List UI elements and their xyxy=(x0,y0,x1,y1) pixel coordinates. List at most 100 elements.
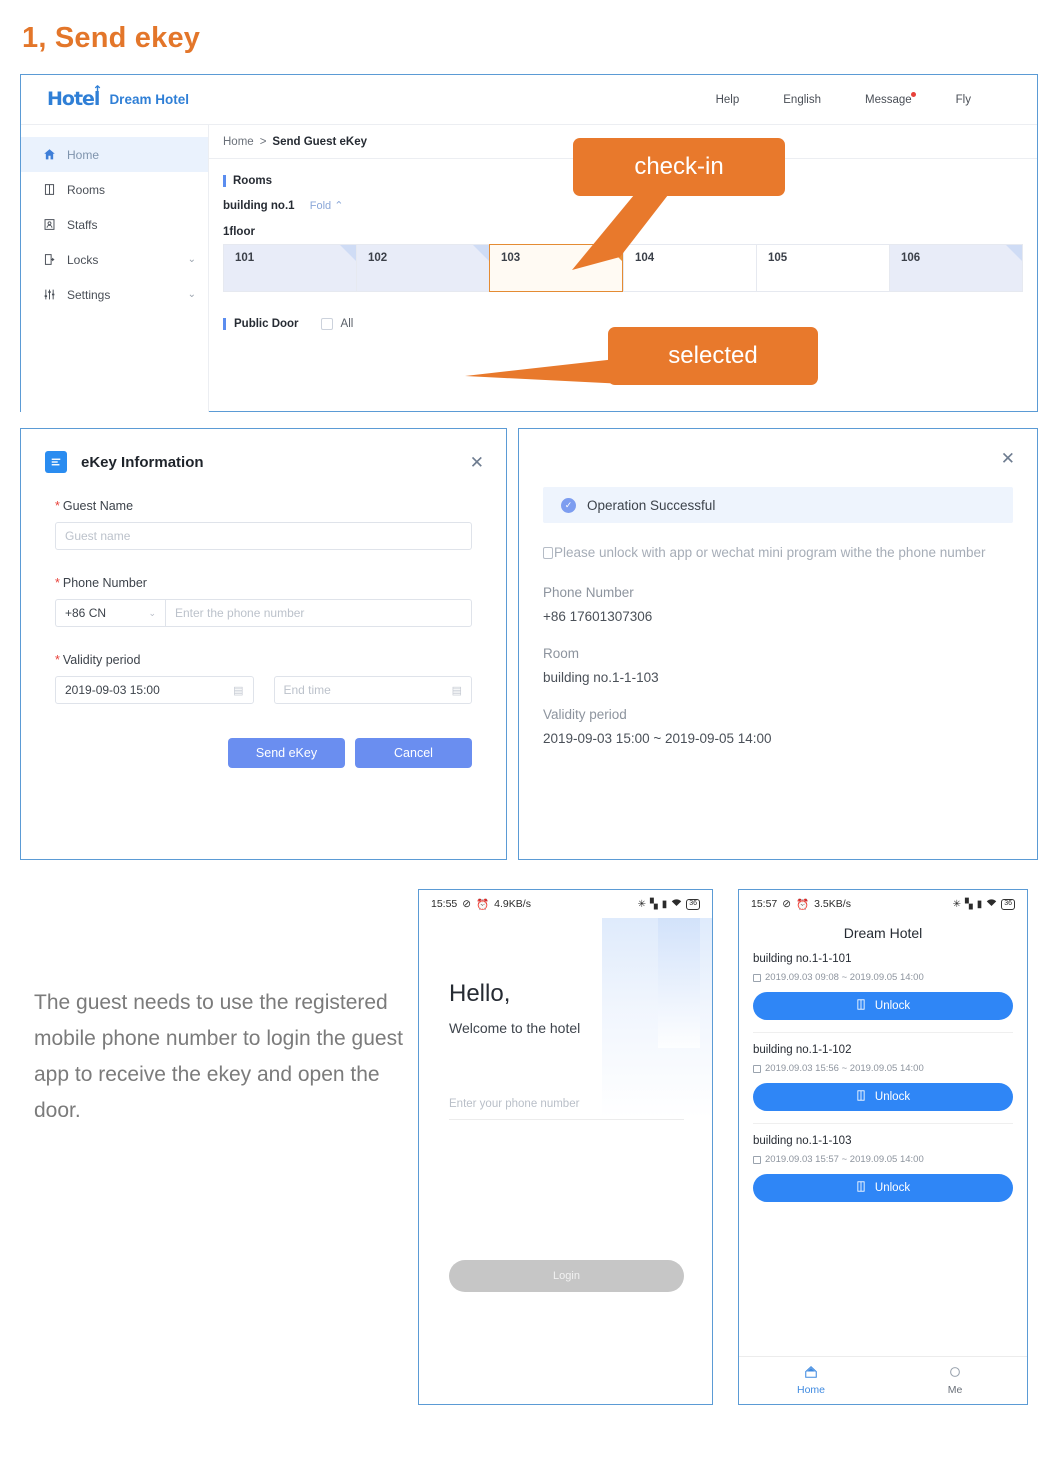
ekey-period: 2019.09.03 15:56 ~ 2019.09.05 14:00 xyxy=(753,1063,1013,1074)
required-asterisk: * xyxy=(55,653,60,667)
room-group: Room building no.1-1-103 xyxy=(543,646,1013,685)
cancel-button[interactable]: Cancel xyxy=(355,738,472,768)
message-badge-dot xyxy=(910,91,916,97)
network-speed: 3.5KB/s xyxy=(814,898,851,910)
callout-check-in-label: check-in xyxy=(634,153,724,180)
phone-mockup-ekey-list: 15:57 ⊘ ⏰ 3.5KB/s ✳ ▚ ▮ 36 Dream Hotel b… xyxy=(738,889,1028,1405)
calendar-icon xyxy=(753,1064,761,1073)
calendar-icon xyxy=(753,1155,761,1164)
operation-success-dialog: ✕ ✓ Operation Successful Please unlock w… xyxy=(518,428,1038,860)
close-icon[interactable]: ✕ xyxy=(470,454,484,471)
door-icon xyxy=(856,1090,866,1104)
ekey-information-dialog: eKey Information ✕ * Guest Name Guest nam… xyxy=(20,428,507,860)
sidebar-item-locks[interactable]: Locks ⌄ xyxy=(21,242,208,277)
network-speed: 4.9KB/s xyxy=(494,898,531,910)
unlock-button[interactable]: Unlock xyxy=(753,992,1013,1020)
tab-home[interactable]: Home xyxy=(739,1365,883,1396)
page-title: 1, Send ekey xyxy=(22,22,201,54)
sidebar-item-rooms[interactable]: Rooms xyxy=(21,172,208,207)
sidebar-item-home[interactable]: Home xyxy=(21,137,208,172)
public-door-all-checkbox[interactable] xyxy=(320,318,333,330)
phone-number-label: * Phone Number xyxy=(55,576,147,590)
greeting-subtitle: Welcome to the hotel xyxy=(449,1020,581,1036)
breadcrumb-current: Send Guest eKey xyxy=(272,135,367,148)
check-circle-icon: ✓ xyxy=(561,497,576,513)
unlock-label: Unlock xyxy=(874,1091,911,1103)
start-time-value: 2019-09-03 15:00 xyxy=(65,683,160,697)
list-item: building no.1-1-102 2019.09.03 15:56 ~ 2… xyxy=(739,1044,1027,1111)
tab-label: Me xyxy=(947,1384,963,1396)
alarm-icon: ⏰ xyxy=(796,898,810,911)
room-cell-101[interactable]: 101 xyxy=(223,244,356,292)
ekey-room-name: building no.1-1-103 xyxy=(753,1135,852,1147)
mute-icon: ⊘ xyxy=(782,898,792,910)
status-bar-right: ✳ ▚ ▮ 36 xyxy=(953,898,1015,910)
country-code-select[interactable]: +86 CN ⌄ xyxy=(55,599,165,627)
fold-toggle[interactable]: Fold ⌃ xyxy=(310,200,344,212)
chevron-down-icon: ⌄ xyxy=(187,254,196,265)
nav-item-english[interactable]: English xyxy=(783,94,821,106)
sidebar-item-label: Staffs xyxy=(67,217,98,232)
required-asterisk: * xyxy=(55,499,60,513)
room-cell-102[interactable]: 102 xyxy=(356,244,489,292)
phone-number-value: +86 17601307306 xyxy=(543,609,653,625)
send-ekey-button[interactable]: Send eKey xyxy=(228,738,345,768)
ekey-room-name: building no.1-1-102 xyxy=(753,1044,852,1056)
status-bar-right: ✳ ▚ ▮ 36 xyxy=(638,898,700,910)
brand-name: Dream Hotel xyxy=(109,92,189,107)
room-cell-106[interactable]: 106 xyxy=(889,244,1023,292)
validity-field-group: * Validity period 2019-09-03 15:00 ▤ End … xyxy=(55,653,472,704)
login-button[interactable]: Login xyxy=(449,1260,684,1292)
dialog-header: eKey Information ✕ xyxy=(21,429,506,473)
home-icon xyxy=(739,1365,883,1382)
room-value: building no.1-1-103 xyxy=(543,670,659,686)
nav-item-help[interactable]: Help xyxy=(716,94,740,106)
phone-number-input[interactable]: Enter your phone number xyxy=(449,1098,684,1120)
close-icon[interactable]: ✕ xyxy=(1001,449,1015,469)
guest-name-input[interactable]: Guest name xyxy=(55,522,472,550)
battery-indicator: 36 xyxy=(686,898,700,910)
door-icon xyxy=(856,999,866,1013)
unlock-button[interactable]: Unlock xyxy=(753,1174,1013,1202)
wifi-icon xyxy=(671,898,682,910)
breadcrumb-home[interactable]: Home xyxy=(223,136,254,148)
description-paragraph: The guest needs to use the registered mo… xyxy=(34,991,403,1123)
phone-number-key: Phone Number xyxy=(543,585,634,601)
unlock-button[interactable]: Unlock xyxy=(753,1083,1013,1111)
chevron-down-icon: ⌄ xyxy=(187,289,196,300)
room-number: 106 xyxy=(901,252,921,264)
bottom-tab-bar: Home Me xyxy=(739,1356,1027,1404)
bluetooth-icon: ✳ xyxy=(952,898,961,910)
list-divider xyxy=(753,1032,1013,1033)
nav-item-message[interactable]: Message xyxy=(865,91,916,106)
phone-number-input[interactable]: Enter the phone number xyxy=(165,599,472,627)
signal-icon-2: ▮ xyxy=(661,898,668,910)
tab-me[interactable]: Me xyxy=(883,1365,1027,1396)
signal-icon-2: ▮ xyxy=(976,898,983,910)
login-decorative-gradient-2 xyxy=(658,918,700,1048)
top-nav: Help English Message Fly xyxy=(716,91,1011,106)
sidebar-item-label: Locks xyxy=(67,252,99,267)
brand-logo[interactable]: Hotel ↑ Dream Hotel xyxy=(47,84,189,109)
alarm-icon: ⏰ xyxy=(476,898,490,911)
validity-value: 2019-09-03 15:00 ~ 2019-09-05 14:00 xyxy=(543,731,772,747)
logo-mark: Hotel ↑ xyxy=(47,84,102,109)
end-time-input[interactable]: End time ▤ xyxy=(273,676,472,704)
sidebar-item-staffs[interactable]: Staffs xyxy=(21,207,208,242)
sidebar-item-settings[interactable]: Settings ⌄ xyxy=(21,277,208,312)
unlock-label: Unlock xyxy=(874,1000,911,1012)
calendar-icon: ▤ xyxy=(233,684,244,697)
signal-icon-1: ▚ xyxy=(964,898,973,910)
start-time-input[interactable]: 2019-09-03 15:00 ▤ xyxy=(55,676,254,704)
room-number: 103 xyxy=(501,252,521,264)
app-header: Hotel ↑ Dream Hotel Help English Message… xyxy=(21,75,1037,125)
bluetooth-icon: ✳ xyxy=(637,898,646,910)
nav-item-fly[interactable]: Fly xyxy=(956,94,971,106)
room-cell-105[interactable]: 105 xyxy=(756,244,889,292)
calendar-icon xyxy=(753,973,761,982)
status-bar: 15:55 ⊘ ⏰ 4.9KB/s ✳ ▚ ▮ 36 xyxy=(419,890,712,918)
app-title: Dream Hotel xyxy=(843,925,923,941)
document-icon xyxy=(45,451,67,473)
page-root: 1, Send ekey Hotel ↑ Dream Hotel Help En… xyxy=(0,0,1060,1474)
signal-icon-1: ▚ xyxy=(649,898,658,910)
